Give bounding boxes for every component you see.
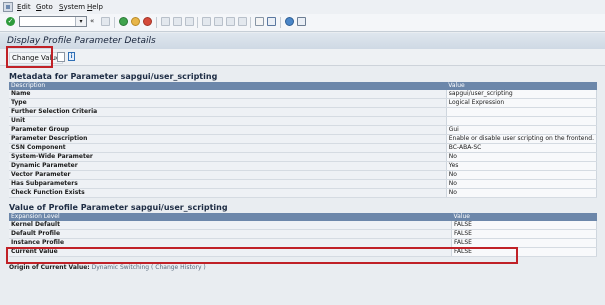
- enter-check-icon[interactable]: ✓: [6, 17, 15, 26]
- document-icon[interactable]: [57, 52, 65, 62]
- help-icon[interactable]: [285, 17, 294, 26]
- table-row[interactable]: CSN Component BC-ABA-SC: [9, 143, 598, 153]
- origin-label: Origin of Current Value:: [9, 264, 90, 271]
- table-row[interactable]: Further Selection Criteria: [9, 107, 598, 117]
- row-value: No: [446, 188, 598, 198]
- table-row[interactable]: Default Profile FALSE: [9, 229, 597, 239]
- table-row[interactable]: Parameter Description Enable or disable u…: [9, 134, 598, 144]
- table-row[interactable]: System-Wide Parameter No: [9, 152, 598, 162]
- page-title: Display Profile Parameter Details: [7, 36, 156, 46]
- highlight-change-value: [6, 46, 53, 68]
- metadata-section-title: Metadata for Parameter sapgui/user_scrip…: [9, 72, 218, 81]
- values-section-title: Value of Profile Parameter sapgui/user_s…: [9, 203, 228, 212]
- next-page-icon[interactable]: [226, 17, 235, 26]
- menu-bar: Edit Goto System Help: [0, 0, 605, 15]
- print-icon[interactable]: [161, 17, 170, 26]
- command-input[interactable]: [20, 17, 79, 26]
- menu-goto[interactable]: Goto: [36, 3, 53, 11]
- row-value: Yes: [446, 161, 598, 171]
- last-page-icon[interactable]: [238, 17, 247, 26]
- row-label: Default Profile: [9, 229, 452, 239]
- shortcut-icon[interactable]: [267, 17, 276, 26]
- table-row[interactable]: Kernel Default FALSE: [9, 221, 597, 230]
- change-history-link[interactable]: ( Change History ): [151, 264, 206, 271]
- table-row[interactable]: Dynamic Parameter Yes: [9, 161, 598, 171]
- toolbar-separator: [280, 17, 281, 28]
- table-row[interactable]: Type Logical Expression: [9, 98, 598, 108]
- row-value: No: [446, 179, 598, 189]
- origin-value: Dynamic Switching: [91, 264, 150, 271]
- row-label: Kernel Default: [9, 221, 452, 230]
- row-value: FALSE: [451, 229, 597, 239]
- row-label: Has Subparameters: [9, 179, 447, 189]
- new-session-icon[interactable]: [255, 17, 264, 26]
- first-page-icon[interactable]: [202, 17, 211, 26]
- row-label: System-Wide Parameter: [9, 152, 447, 162]
- row-value: Logical Expression: [446, 98, 598, 108]
- highlight-current-value: [6, 247, 518, 264]
- table-header-row: Description Value: [9, 82, 597, 90]
- row-label: Check Function Exists: [9, 188, 447, 198]
- row-label: Parameter Group: [9, 125, 447, 135]
- cancel-icon[interactable]: [143, 17, 152, 26]
- origin-line: Origin of Current Value: Dynamic Switchi…: [9, 264, 206, 271]
- save-icon[interactable]: [101, 17, 110, 26]
- table-row[interactable]: Unit: [9, 116, 598, 126]
- menu-help[interactable]: Help: [87, 3, 103, 11]
- toolbar-separator: [114, 17, 115, 28]
- row-label: Further Selection Criteria: [9, 107, 447, 117]
- column-header: Expansion Level: [9, 213, 452, 221]
- column-header: Value: [451, 213, 597, 221]
- title-bar: Display Profile Parameter Details: [0, 33, 605, 50]
- row-value: [446, 107, 598, 117]
- row-label: Dynamic Parameter: [9, 161, 447, 171]
- command-field[interactable]: ▾: [19, 16, 87, 27]
- row-value: Gui: [446, 125, 598, 135]
- row-value: sapgui/user_scripting: [446, 90, 598, 99]
- toolbar-separator: [197, 17, 198, 28]
- find-next-icon[interactable]: [185, 17, 194, 26]
- back-icon[interactable]: [119, 17, 128, 26]
- standard-toolbar: ✓ ▾ «: [0, 14, 605, 32]
- info-icon[interactable]: i: [68, 52, 75, 61]
- table-row[interactable]: Has Subparameters No: [9, 179, 598, 189]
- menu-system[interactable]: System: [59, 3, 85, 11]
- command-dropdown-icon[interactable]: ▾: [75, 17, 86, 26]
- row-value: BC-ABA-SC: [446, 143, 598, 153]
- previous-page-icon[interactable]: [214, 17, 223, 26]
- table-row[interactable]: Check Function Exists No: [9, 188, 598, 198]
- toolbar-separator: [156, 17, 157, 28]
- column-header: Value: [446, 82, 597, 90]
- column-header: Description: [9, 82, 447, 90]
- row-label: Parameter Description: [9, 134, 447, 144]
- app-menu-icon[interactable]: [3, 2, 13, 12]
- metadata-table: Description Value Name sapgui/user_script…: [9, 82, 598, 198]
- exit-icon[interactable]: [131, 17, 140, 26]
- table-row[interactable]: Parameter Group Gui: [9, 125, 598, 135]
- find-icon[interactable]: [173, 17, 182, 26]
- row-label: Unit: [9, 116, 447, 126]
- row-label: CSN Component: [9, 143, 447, 153]
- table-row[interactable]: Name sapgui/user_scripting: [9, 90, 598, 99]
- toolbar-separator: [250, 17, 251, 28]
- row-value: No: [446, 152, 598, 162]
- row-label: Name: [9, 90, 447, 99]
- row-value: FALSE: [451, 221, 597, 230]
- row-value: Enable or disable user scripting on the …: [446, 134, 598, 144]
- table-header-row: Expansion Level Value: [9, 213, 597, 221]
- application-toolbar: Change Value i: [0, 49, 605, 66]
- layout-menu-icon[interactable]: [297, 17, 306, 26]
- row-value: [446, 116, 598, 126]
- row-label: Vector Parameter: [9, 170, 447, 180]
- row-value: No: [446, 170, 598, 180]
- table-row[interactable]: Vector Parameter No: [9, 170, 598, 180]
- menu-edit[interactable]: Edit: [17, 3, 31, 11]
- row-label: Type: [9, 98, 447, 108]
- back-arrows-icon[interactable]: «: [90, 17, 99, 26]
